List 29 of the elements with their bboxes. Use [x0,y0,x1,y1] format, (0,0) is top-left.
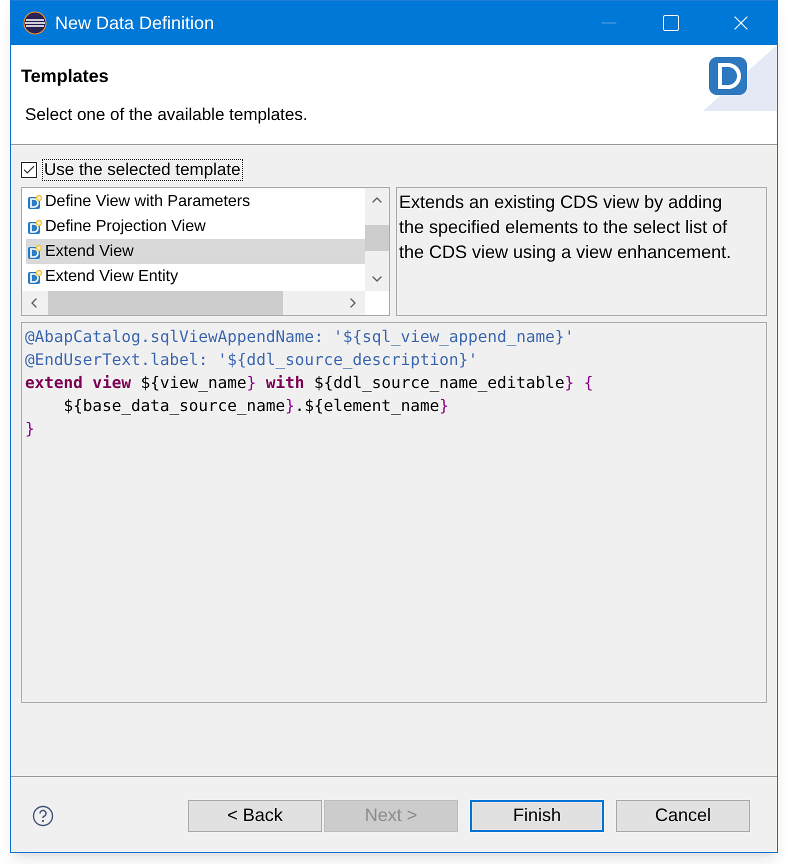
code-line: ${base_data_source_name}.${element_name} [62,395,450,417]
code-line: @AbapCatalog.sqlViewAppendName: '${sql_view_append_name}' [25,326,576,348]
template-description: Extends an existing CDS view by adding the specified elements to the select list of the CDS view using a view enhancement. [399,191,732,264]
code-line: extend view ${view_name} with ${ddl_source_name_editable} { [25,372,594,394]
dialog-button[interactable]: < Back [188,800,322,832]
template-item[interactable]: Define View with Parameters [26,189,365,214]
page-title: Templates [21,65,110,88]
page-description: Select one of the available templates. [25,104,309,126]
dialog-button[interactable]: Cancel [616,800,750,832]
code-line: @EndUserText.label: '${ddl_source_description}' [25,349,479,371]
template-icon [27,218,43,234]
dialog-button[interactable]: Finish [470,800,604,832]
template-item[interactable]: Extend View [26,239,365,264]
window-title: New Data Definition [55,12,214,34]
template-icon [27,268,43,284]
checkbox-label[interactable]: Use the selected template [42,159,243,181]
checkbox[interactable] [21,162,37,178]
template-icon [27,244,43,260]
maximize-icon[interactable] [661,13,681,33]
code-line: } [25,418,36,440]
help-icon[interactable] [32,804,54,826]
horizontal-scrollbar[interactable] [22,291,365,315]
scroll-thumb[interactable] [48,291,283,315]
app-logo-icon [23,11,47,35]
vertical-scrollbar[interactable] [365,188,389,291]
template-item[interactable]: Define Projection View [26,214,365,239]
template-icon [27,194,43,210]
scroll-thumb[interactable] [365,225,389,251]
template-item[interactable]: Extend View Entity [26,264,365,289]
